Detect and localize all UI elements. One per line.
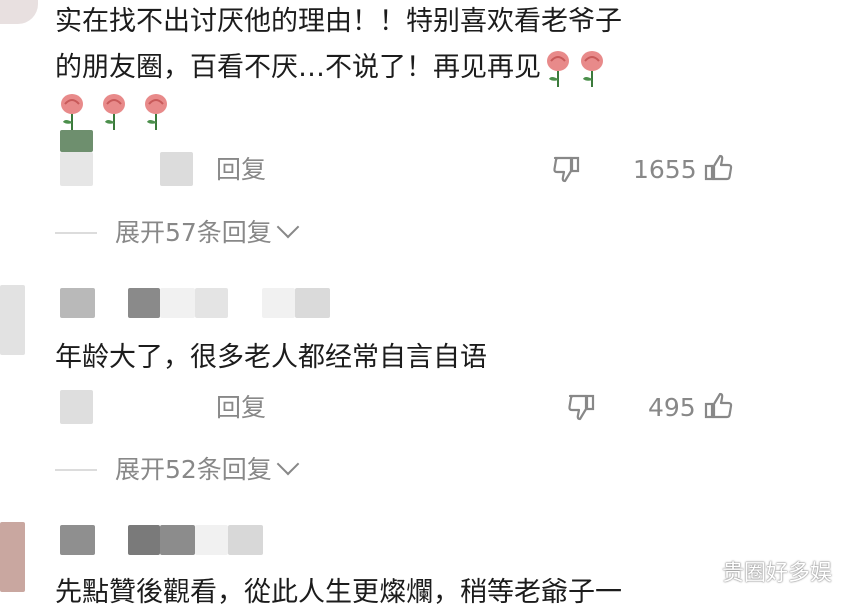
reply-button[interactable]: 回复 — [216, 393, 266, 423]
blurred-username — [160, 525, 195, 555]
blurred-username — [195, 288, 228, 318]
rose-emoji-icon — [145, 94, 167, 130]
divider-line — [55, 469, 97, 471]
like-count: 1655 — [633, 155, 697, 184]
blurred-username — [128, 288, 160, 318]
expand-replies-label: 展开52条回复 — [115, 455, 272, 484]
like-count: 495 — [648, 393, 696, 422]
blurred-meta — [60, 130, 93, 152]
comment-text-line: 的朋友圈，百看不厌…不说了！再见再见 — [55, 48, 609, 89]
thumb-up-icon[interactable] — [703, 391, 733, 421]
blurred-meta — [60, 390, 93, 424]
chevron-down-icon — [276, 452, 300, 476]
chevron-down-icon — [276, 215, 300, 239]
comment-text-line: 实在找不出讨厌他的理由！！特别喜欢看老爷子 — [55, 6, 622, 37]
comment-text-line: 年龄大了，很多老人都经常自言自语 — [55, 342, 487, 373]
comment-text: 的朋友圈，百看不厌…不说了！再见再见 — [55, 52, 541, 83]
watermark: 贵圈好多娱 — [721, 561, 832, 586]
blurred-meta — [60, 152, 93, 186]
divider-line — [55, 232, 97, 234]
blurred-meta — [160, 152, 193, 186]
thumb-up-icon[interactable] — [703, 153, 733, 183]
blurred-username — [228, 525, 263, 555]
blurred-username — [60, 288, 95, 318]
avatar[interactable] — [0, 522, 25, 592]
expand-replies-button[interactable]: 展开52条回复 — [115, 452, 300, 485]
avatar[interactable] — [0, 285, 25, 355]
expand-replies-label: 展开57条回复 — [115, 218, 272, 247]
expand-replies-button[interactable]: 展开57条回复 — [115, 215, 300, 248]
blurred-username — [160, 288, 195, 318]
comment-text-line: 先點贊後觀看，從此人生更燦爛，稍等老爺子一 — [55, 577, 622, 608]
rose-emoji-row — [55, 92, 173, 132]
blurred-username — [128, 525, 160, 555]
avatar[interactable] — [0, 0, 38, 24]
rose-emoji-icon — [103, 94, 125, 130]
thumb-down-icon[interactable] — [551, 154, 581, 184]
rose-emoji-icon — [61, 94, 83, 130]
rose-emoji-icon — [547, 50, 569, 87]
blurred-username — [262, 288, 295, 318]
reply-button[interactable]: 回复 — [216, 155, 266, 185]
blurred-username — [295, 288, 330, 318]
rose-emoji-icon — [581, 50, 603, 87]
blurred-username — [60, 525, 95, 555]
blurred-username — [195, 525, 228, 555]
thumb-down-icon[interactable] — [566, 392, 596, 422]
